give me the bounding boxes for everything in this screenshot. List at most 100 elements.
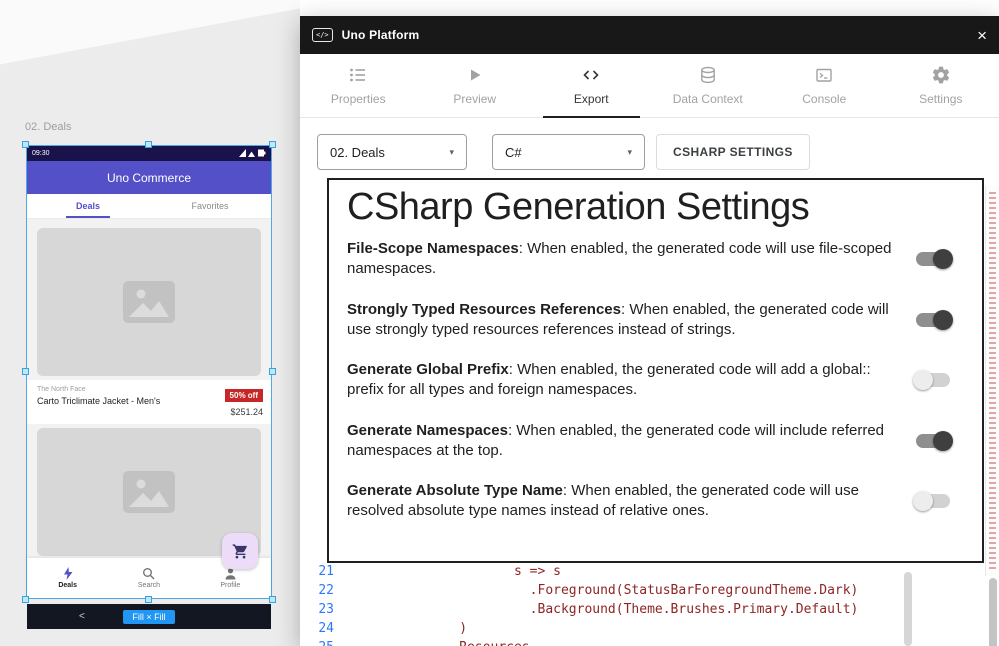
page-select-value: 02. Deals bbox=[330, 145, 385, 160]
panel-tab-strip: Properties Preview Export bbox=[300, 54, 999, 118]
app-root: 02. Deals 09:30 Uno Commerce Deals bbox=[0, 0, 999, 646]
size-bar: < Fill × Fill bbox=[27, 604, 271, 629]
code-line: 24 ) bbox=[300, 619, 912, 638]
setting-row-file-scope-namespaces: File-Scope Namespaces: When enabled, the… bbox=[347, 239, 964, 280]
setting-text: Generate Namespaces: When enabled, the g… bbox=[347, 421, 892, 462]
language-select-value: C# bbox=[505, 145, 522, 160]
nav-item-deals[interactable]: Deals bbox=[27, 558, 108, 598]
nav-label: Profile bbox=[220, 582, 240, 589]
app-title: Uno Commerce bbox=[107, 171, 191, 185]
product-info[interactable]: The North Face Carto Triclimate Jacket -… bbox=[27, 380, 271, 424]
tab-deals[interactable]: Deals bbox=[27, 194, 149, 218]
language-select[interactable]: C# ▾ bbox=[492, 134, 645, 170]
tab-export[interactable]: Export bbox=[533, 54, 650, 117]
setting-name: Generate Global Prefix bbox=[347, 361, 509, 378]
tab-console[interactable]: Console bbox=[766, 54, 883, 117]
csharp-settings-modal: CSharp Generation Settings File-Scope Na… bbox=[327, 178, 984, 563]
phone-preview[interactable]: 09:30 Uno Commerce Deals Favorites bbox=[27, 146, 271, 598]
code-text: s => s bbox=[334, 562, 561, 581]
toggle-generate-namespaces[interactable] bbox=[916, 434, 950, 448]
collapse-chevron-icon[interactable]: < bbox=[79, 611, 85, 622]
toggle-knob bbox=[933, 249, 953, 269]
selection-handle[interactable] bbox=[269, 596, 276, 603]
setting-text: Generate Absolute Type Name: When enable… bbox=[347, 481, 892, 522]
setting-row-generate-absolute-type-name: Generate Absolute Type Name: When enable… bbox=[347, 481, 964, 522]
line-number: 23 bbox=[300, 600, 334, 619]
nav-item-search[interactable]: Search bbox=[108, 558, 189, 598]
selection-handle[interactable] bbox=[22, 141, 29, 148]
chevron-down-icon: ▾ bbox=[627, 147, 632, 158]
toggle-knob bbox=[933, 310, 953, 330]
setting-name: Generate Namespaces bbox=[347, 422, 508, 439]
selection-handle[interactable] bbox=[269, 141, 276, 148]
setting-text: Strongly Typed Resources References: Whe… bbox=[347, 300, 892, 341]
close-icon[interactable]: × bbox=[977, 27, 987, 44]
uno-platform-panel: </> Uno Platform × Properties Preview bbox=[300, 16, 999, 646]
toggle-generate-absolute-type-name[interactable] bbox=[916, 494, 950, 508]
setting-name: Generate Absolute Type Name bbox=[347, 482, 563, 499]
export-toolbar: 02. Deals ▾ C# ▾ CSHARP SETTINGS bbox=[300, 118, 999, 186]
status-time: 09:30 bbox=[32, 150, 50, 157]
panel-title-bar[interactable]: </> Uno Platform × bbox=[300, 16, 999, 54]
phone-tab-bar: Deals Favorites bbox=[27, 194, 271, 219]
code-text: .Foreground(StatusBarForegroundTheme.Dar… bbox=[334, 581, 858, 600]
database-icon bbox=[698, 65, 718, 85]
toggle-knob bbox=[933, 431, 953, 451]
selection-handle[interactable] bbox=[145, 596, 152, 603]
page-select[interactable]: 02. Deals ▾ bbox=[317, 134, 467, 170]
chevron-down-icon: ▾ bbox=[449, 147, 454, 158]
page-label: 02. Deals bbox=[25, 121, 71, 133]
app-bar[interactable]: Uno Commerce bbox=[27, 161, 271, 194]
console-icon bbox=[814, 65, 834, 85]
image-placeholder-icon bbox=[123, 471, 175, 513]
selection-handle[interactable] bbox=[269, 368, 276, 375]
csharp-settings-button[interactable]: CSHARP SETTINGS bbox=[656, 134, 810, 170]
code-text: .Background(Theme.Brushes.Primary.Defaul… bbox=[334, 600, 858, 619]
cart-icon bbox=[232, 543, 249, 560]
line-number: 22 bbox=[300, 581, 334, 600]
selection-handle[interactable] bbox=[22, 596, 29, 603]
code-line: 22 .Foreground(StatusBarForegroundTheme.… bbox=[300, 581, 912, 600]
tab-favorites[interactable]: Favorites bbox=[149, 194, 271, 218]
code-badge-icon: </> bbox=[312, 28, 333, 42]
line-number: 24 bbox=[300, 619, 334, 638]
tab-label: Properties bbox=[331, 92, 386, 106]
tab-label: Export bbox=[574, 92, 609, 106]
setting-name: File-Scope Namespaces bbox=[347, 240, 519, 257]
toggle-generate-global-prefix[interactable] bbox=[916, 373, 950, 387]
cart-fab[interactable] bbox=[222, 533, 258, 569]
code-scrollbar[interactable] bbox=[904, 572, 912, 646]
selection-handle[interactable] bbox=[22, 368, 29, 375]
code-line: 21 s => s bbox=[300, 562, 912, 581]
tab-properties[interactable]: Properties bbox=[300, 54, 417, 117]
setting-row-generate-namespaces: Generate Namespaces: When enabled, the g… bbox=[347, 421, 964, 462]
minimap[interactable] bbox=[985, 186, 999, 576]
nav-label: Deals bbox=[58, 582, 77, 589]
tab-preview[interactable]: Preview bbox=[417, 54, 534, 117]
setting-row-strongly-typed-resources: Strongly Typed Resources References: Whe… bbox=[347, 300, 964, 341]
gear-icon bbox=[931, 65, 951, 85]
product-image-placeholder[interactable] bbox=[37, 228, 261, 376]
selection-handle[interactable] bbox=[145, 141, 152, 148]
panel-scrollbar[interactable] bbox=[989, 578, 997, 646]
toggle-strongly-typed-resources[interactable] bbox=[916, 313, 950, 327]
canvas-background-wedge bbox=[0, 0, 300, 70]
image-placeholder-icon bbox=[123, 281, 175, 323]
setting-row-generate-global-prefix: Generate Global Prefix: When enabled, th… bbox=[347, 360, 964, 401]
modal-title: CSharp Generation Settings bbox=[347, 186, 964, 229]
bolt-icon bbox=[62, 567, 74, 580]
code-text: Resources bbox=[334, 638, 530, 646]
tab-label: Settings bbox=[919, 92, 962, 106]
signal-wifi-battery-icon bbox=[239, 148, 266, 157]
tab-data-context[interactable]: Data Context bbox=[650, 54, 767, 117]
tab-label: Data Context bbox=[673, 92, 743, 106]
code-editor[interactable]: 21 s => s 22 .Foreground(StatusBarForegr… bbox=[300, 562, 912, 646]
product-pricing: 50% off $251.24 bbox=[225, 385, 263, 417]
code-line: 23 .Background(Theme.Brushes.Primary.Def… bbox=[300, 600, 912, 619]
code-line: 25 Resources bbox=[300, 638, 912, 646]
toggle-file-scope-namespaces[interactable] bbox=[916, 252, 950, 266]
status-icons bbox=[239, 148, 266, 159]
tab-settings[interactable]: Settings bbox=[883, 54, 999, 117]
nav-label: Search bbox=[138, 582, 160, 589]
search-icon bbox=[142, 567, 155, 580]
